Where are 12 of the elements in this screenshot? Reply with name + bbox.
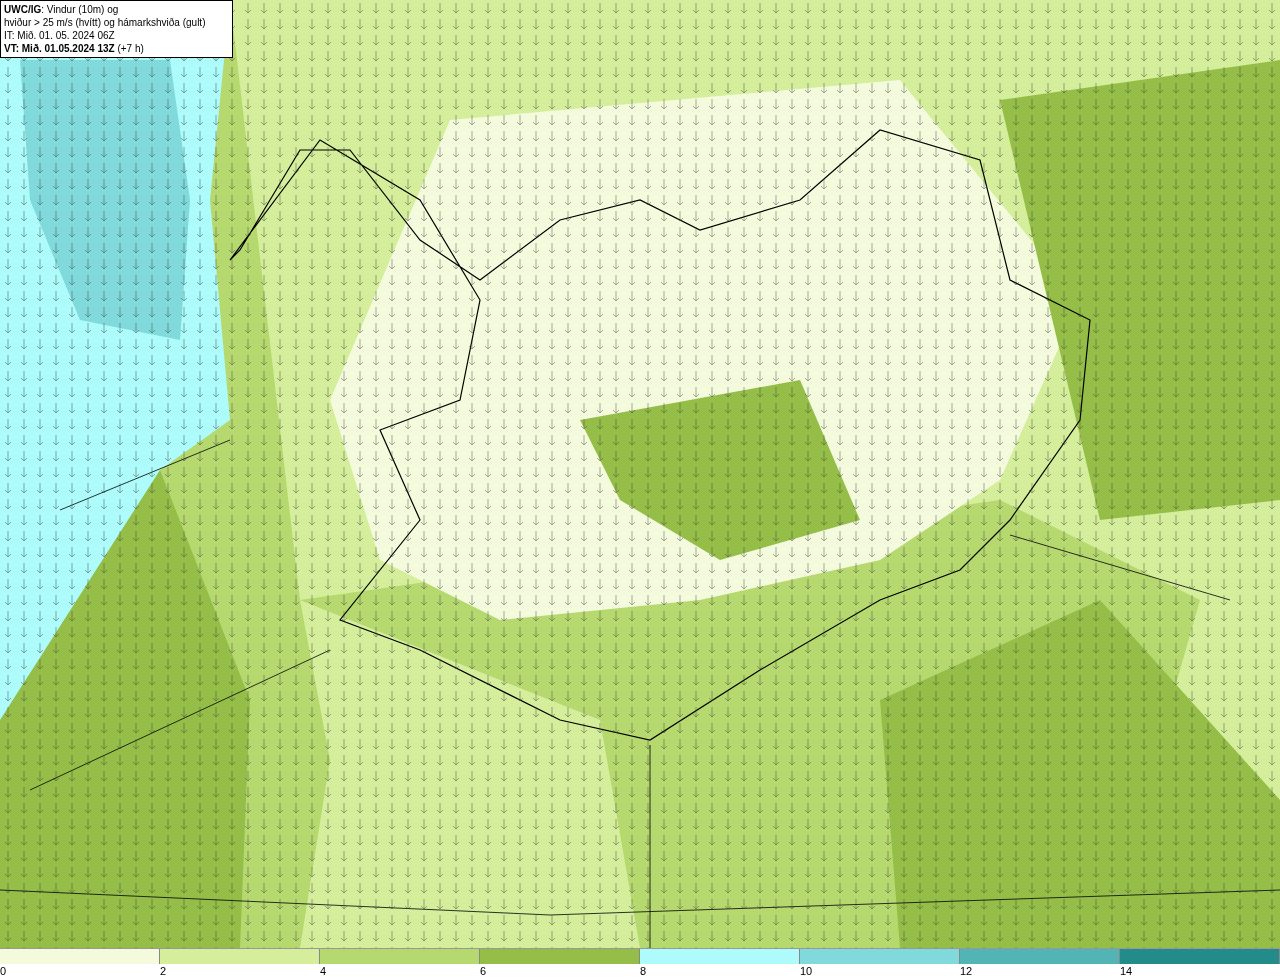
legend-label: 10 — [800, 964, 813, 978]
legend-label: 6 — [480, 964, 487, 978]
title-line: hviður > 25 m/s (hvítt) og hámarkshviða (gult) — [4, 16, 207, 29]
title-line: VT: Mið. 01.05.2024 13Z (+7 h) — [4, 42, 145, 55]
legend-label: 8 — [640, 964, 647, 978]
title-line: UWC/IG: Vindur (10m) og — [4, 3, 120, 16]
legend-label: 14 — [1120, 964, 1133, 978]
legend-label: 2 — [160, 964, 167, 978]
legend-label: 12 — [960, 964, 973, 978]
legend-label: 4 — [320, 964, 327, 978]
title-line: IT: Mið. 01. 05. 2024 06Z — [4, 29, 116, 42]
legend-label: 0 — [0, 964, 7, 978]
